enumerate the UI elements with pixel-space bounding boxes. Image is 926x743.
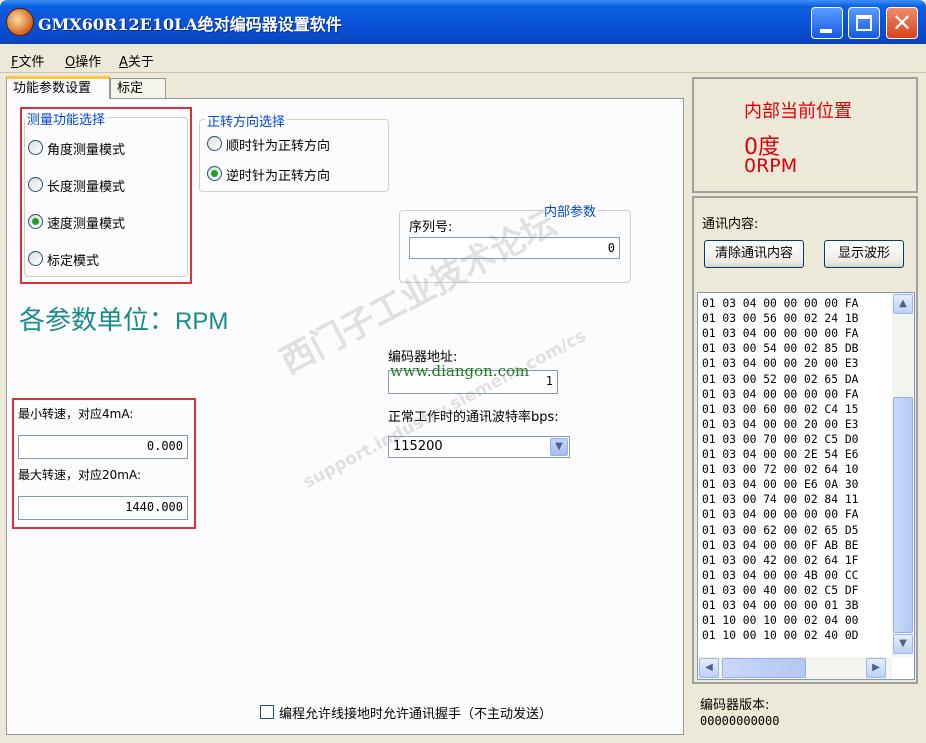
position-speed: 0RPM bbox=[744, 155, 798, 177]
log-line: 01 03 00 54 00 02 85 DB bbox=[702, 342, 859, 356]
menu-about[interactable]: A关于 bbox=[119, 51, 154, 70]
minimize-icon bbox=[820, 29, 832, 33]
version-value: 00000000000 bbox=[700, 714, 780, 728]
log-line: 01 10 00 10 00 02 40 0D bbox=[702, 629, 859, 643]
minimize-button[interactable] bbox=[811, 7, 843, 39]
scroll-up-icon[interactable]: ▲ bbox=[893, 294, 913, 314]
log-line: 01 10 00 10 00 02 04 00 bbox=[702, 614, 859, 628]
max-speed-label: 最大转速，对应20mA: bbox=[18, 468, 142, 482]
radio-angle-mode-label[interactable]: 角度测量模式 bbox=[47, 139, 125, 158]
handshake-label[interactable]: 编程允许线接地时允许通讯握手（不主动发送） bbox=[279, 703, 552, 722]
scroll-left-icon[interactable]: ◀ bbox=[699, 658, 719, 678]
scroll-right-icon[interactable]: ▶ bbox=[866, 658, 886, 678]
handshake-checkbox[interactable] bbox=[260, 705, 274, 719]
horizontal-scroll-thumb[interactable] bbox=[722, 658, 806, 678]
units-display: 各参数单位：RPM bbox=[19, 300, 228, 337]
units-value: RPM bbox=[175, 308, 229, 335]
menu-operation[interactable]: O操作 bbox=[65, 51, 101, 70]
vertical-scroll-thumb[interactable] bbox=[893, 397, 913, 633]
log-line: 01 03 04 00 00 0F AB BE bbox=[702, 538, 859, 552]
log-line: 01 03 04 00 00 00 01 3B bbox=[702, 599, 859, 612]
maximize-button[interactable] bbox=[848, 7, 880, 39]
log-line: 01 03 00 52 00 02 65 DA bbox=[702, 372, 859, 386]
window-title: GMX60R12E10LA绝对编码器设置软件 bbox=[38, 15, 342, 34]
radio-calibration-mode[interactable] bbox=[28, 251, 43, 266]
log-line: 01 03 00 60 00 02 C4 15 bbox=[702, 402, 859, 416]
log-line: 01 03 04 00 00 4B 00 CC bbox=[702, 568, 859, 582]
radio-angle-mode[interactable] bbox=[28, 140, 43, 155]
version-label: 编码器版本: bbox=[700, 698, 770, 713]
log-line: 01 03 00 70 00 02 C5 D0 bbox=[702, 432, 859, 446]
radio-clockwise[interactable] bbox=[207, 136, 222, 151]
app-icon[interactable] bbox=[6, 8, 34, 36]
units-label: 各参数单位： bbox=[19, 306, 176, 336]
menu-bar: F文件 O操作 A关于 bbox=[0, 44, 926, 73]
baud-select[interactable]: 115200 ▼ bbox=[388, 436, 570, 458]
comm-title: 通讯内容: bbox=[702, 217, 759, 232]
radio-length-mode[interactable] bbox=[28, 177, 43, 192]
close-button[interactable]: ✕ bbox=[886, 7, 918, 39]
position-title: 内部当前位置 bbox=[744, 101, 852, 122]
log-line: 01 03 04 00 00 20 00 E3 bbox=[702, 357, 859, 371]
site-watermark: www.diangon.com bbox=[390, 362, 530, 380]
radio-calibration-mode-label[interactable]: 标定模式 bbox=[47, 250, 99, 269]
serial-number-label: 序列号: bbox=[409, 220, 453, 235]
comm-log[interactable]: 01 03 04 00 00 00 00 FA 01 03 00 56 00 02… bbox=[697, 292, 915, 680]
baud-label: 正常工作时的通讯波特率bps: bbox=[388, 410, 559, 425]
log-line: 01 03 04 00 00 E6 0A 30 bbox=[702, 478, 859, 492]
log-line: 01 03 04 00 00 2E 54 E6 bbox=[702, 448, 859, 461]
log-line: 01 03 00 40 00 02 C5 DF bbox=[702, 583, 859, 597]
maximize-icon bbox=[856, 15, 872, 31]
comm-panel: 通讯内容: 清除通讯内容 显示波形 01 03 04 00 00 00 00 F… bbox=[692, 196, 918, 684]
radio-counterclockwise-label[interactable]: 逆时针为正转方向 bbox=[226, 165, 330, 184]
log-line: 01 03 00 56 00 02 24 1B bbox=[702, 312, 859, 326]
position-panel: 内部当前位置 0度 0RPM bbox=[692, 77, 918, 193]
log-line: 01 03 04 00 00 00 00 FA bbox=[702, 508, 859, 522]
menu-file[interactable]: F文件 bbox=[11, 51, 45, 70]
scroll-down-icon[interactable]: ▼ bbox=[893, 634, 913, 654]
title-bar[interactable]: GMX60R12E10LA绝对编码器设置软件 ✕ bbox=[0, 0, 926, 44]
radio-clockwise-label[interactable]: 顺时针为正转方向 bbox=[226, 135, 330, 154]
chevron-down-icon[interactable]: ▼ bbox=[550, 438, 568, 456]
log-line: 01 03 00 72 00 02 64 10 bbox=[702, 463, 859, 477]
log-line: 01 03 00 42 00 02 64 1F bbox=[702, 553, 859, 567]
max-speed-field[interactable]: 1440.000 bbox=[18, 496, 188, 520]
serial-number-field[interactable]: 0 bbox=[409, 237, 620, 259]
measure-group-title: 测量功能选择 bbox=[25, 109, 108, 128]
log-line: 01 03 04 00 00 00 00 FA bbox=[702, 387, 859, 401]
radio-length-mode-label[interactable]: 长度测量模式 bbox=[47, 176, 125, 195]
log-line: 01 03 00 74 00 02 84 11 bbox=[702, 493, 859, 507]
log-line: 01 03 00 62 00 02 65 D5 bbox=[702, 523, 859, 537]
radio-speed-mode-label[interactable]: 速度测量模式 bbox=[47, 213, 125, 232]
horizontal-scrollbar[interactable]: ◀ ▶ bbox=[698, 657, 892, 679]
min-speed-field[interactable]: 0.000 bbox=[18, 435, 188, 459]
log-line: 01 03 04 00 00 00 00 FA bbox=[702, 297, 859, 310]
radio-speed-mode[interactable] bbox=[28, 214, 43, 229]
clear-comm-button[interactable]: 清除通讯内容 bbox=[704, 240, 804, 268]
radio-counterclockwise[interactable] bbox=[207, 166, 222, 181]
vertical-scrollbar[interactable]: ▲ ▼ bbox=[892, 293, 914, 657]
log-line: 01 03 04 00 00 00 00 FA bbox=[702, 327, 859, 341]
tab-calibration[interactable]: 标定 bbox=[110, 78, 166, 98]
log-line: 01 03 04 00 00 20 00 E3 bbox=[702, 417, 859, 431]
direction-group-title: 正转方向选择 bbox=[205, 111, 288, 130]
tab-function-params[interactable]: 功能参数设置 bbox=[6, 76, 110, 99]
internal-params-title: 内部参数 bbox=[542, 201, 599, 220]
min-speed-label: 最小转速，对应4mA: bbox=[18, 407, 134, 421]
show-waveform-button[interactable]: 显示波形 bbox=[824, 240, 904, 268]
close-icon: ✕ bbox=[891, 9, 913, 37]
baud-value: 115200 bbox=[393, 439, 443, 454]
